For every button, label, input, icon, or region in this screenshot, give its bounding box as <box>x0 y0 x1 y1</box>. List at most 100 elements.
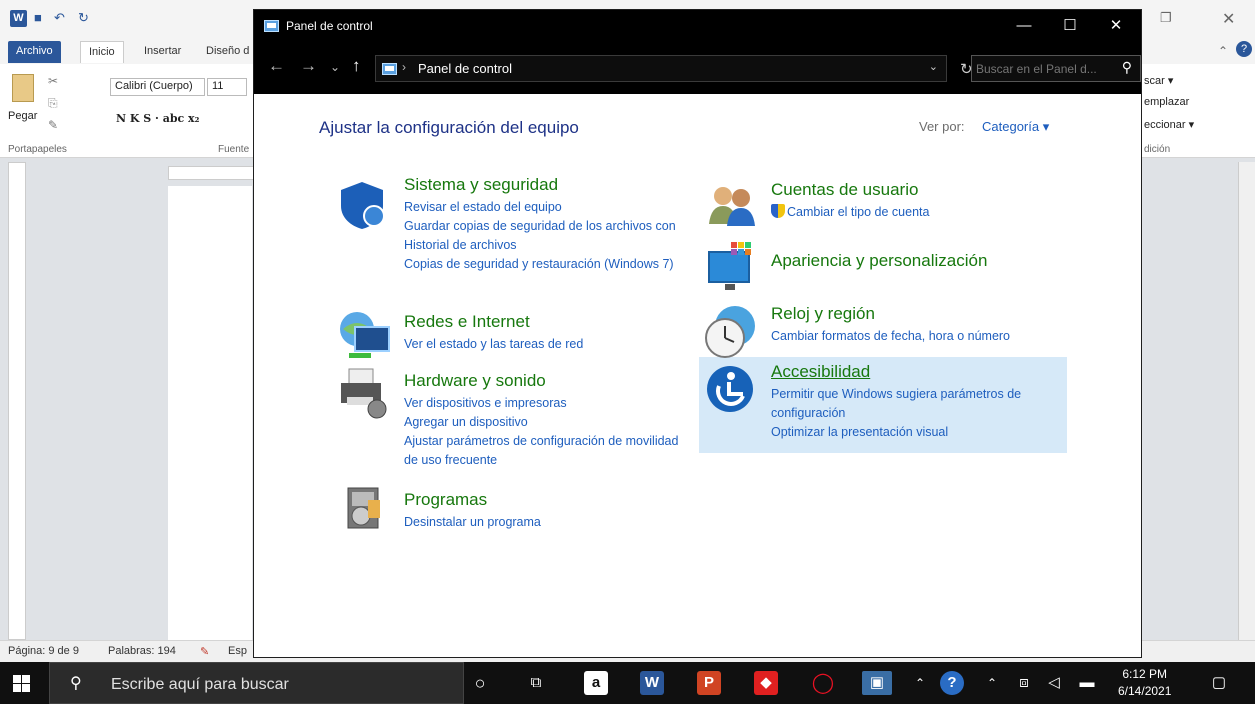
maximize-button[interactable]: ☐ <box>1047 10 1093 42</box>
close-button[interactable]: ✕ <box>1093 10 1139 42</box>
tab-inicio[interactable]: Inicio <box>80 41 124 63</box>
select-button[interactable]: eccionar ▾ <box>1144 118 1194 131</box>
category-sistema-seguridad: Sistema y seguridad Revisar el estado de… <box>404 175 694 274</box>
font-format-buttons[interactable]: N K S · abc x₂ <box>116 112 199 125</box>
category-title[interactable]: Reloj y región <box>771 304 1071 324</box>
paste-icon[interactable] <box>12 74 34 102</box>
up-icon[interactable]: ↑ <box>352 56 361 76</box>
amazon-icon[interactable]: a <box>584 671 608 695</box>
search-icon[interactable]: ⚲ <box>1122 59 1132 76</box>
replace-button[interactable]: emplazar <box>1144 96 1189 108</box>
find-button[interactable]: scar ▾ <box>1144 74 1173 87</box>
word-close-icon[interactable]: ✕ <box>1222 9 1235 29</box>
format-painter-icon[interactable]: ✎ <box>48 118 58 132</box>
category-link[interactable]: Cambiar el tipo de cuenta <box>771 203 1071 222</box>
vertical-scrollbar[interactable] <box>1238 162 1255 640</box>
tab-archivo[interactable]: Archivo <box>8 41 61 63</box>
help-icon[interactable]: ? <box>1236 41 1252 57</box>
search-input[interactable] <box>976 59 1111 78</box>
font-name-combo[interactable]: Calibri (Cuerpo) <box>110 78 205 96</box>
search-box[interactable]: ⚲ <box>971 55 1141 82</box>
volume-icon[interactable]: ◁ <box>1042 671 1066 695</box>
category-link[interactable]: Ver dispositivos e impresoras <box>404 394 694 413</box>
users-icon <box>709 187 755 226</box>
tab-diseno[interactable]: Diseño d <box>198 41 257 63</box>
font-size-combo[interactable]: 11 <box>207 78 247 96</box>
category-cuentas-usuario: Cuentas de usuario Cambiar el tipo de cu… <box>771 180 1071 222</box>
cortana-icon[interactable]: ○ <box>468 671 492 695</box>
show-hidden-icons[interactable]: ⌃ <box>908 671 932 695</box>
category-link[interactable]: Revisar el estado del equipo <box>404 198 694 217</box>
category-title[interactable]: Accesibilidad <box>771 362 1063 382</box>
ribbon-collapse-icon[interactable]: ⌃ <box>1218 44 1228 58</box>
address-bar[interactable]: › Panel de control ⌄ <box>375 55 947 82</box>
shield-icon <box>341 182 385 229</box>
category-link[interactable]: Copias de seguridad y restauración (Wind… <box>404 255 694 274</box>
clock-time: 6:12 PM <box>1122 667 1168 681</box>
category-accesibilidad: Accesibilidad Permitir que Windows sugie… <box>771 362 1063 442</box>
task-view-icon[interactable]: ⧉ <box>524 671 548 695</box>
windows-start-icon[interactable] <box>13 675 30 692</box>
clock[interactable]: 6:12 PM 6/14/2021 <box>1118 666 1171 700</box>
category-title[interactable]: Redes e Internet <box>404 312 694 332</box>
breadcrumb[interactable]: Panel de control <box>418 61 512 76</box>
taskbar-search-text: Escribe aquí para buscar <box>111 676 289 693</box>
category-link[interactable]: Permitir que Windows sugiera parámetros … <box>771 385 1063 423</box>
category-title[interactable]: Sistema y seguridad <box>404 175 694 195</box>
clock-globe-icon <box>705 306 755 358</box>
cut-icon[interactable]: ✂ <box>48 74 58 88</box>
opera-icon[interactable]: ◯ <box>811 671 835 695</box>
address-dropdown-icon[interactable]: ⌄ <box>929 60 938 73</box>
appearance-icon <box>708 242 751 290</box>
accessibility-icon <box>707 366 753 412</box>
page-count[interactable]: Página: 9 de 9 <box>8 645 79 657</box>
taskbar: ⚲ Escribe aquí para buscar ○ ⧉ a W P ◆ ◯… <box>0 662 1255 704</box>
tab-insertar[interactable]: Insertar <box>136 41 189 63</box>
save-icon[interactable]: ■ <box>34 10 42 25</box>
notifications-icon[interactable]: ▢ <box>1207 671 1231 695</box>
forward-icon[interactable]: → <box>300 56 317 76</box>
meet-now-icon[interactable]: ⧈ <box>1012 671 1036 695</box>
roblox-icon[interactable]: ◆ <box>754 671 778 695</box>
font-group-label: Fuente <box>218 144 250 155</box>
breadcrumb-separator-icon[interactable]: › <box>402 60 406 74</box>
document-page[interactable] <box>168 186 252 640</box>
language-label[interactable]: Esp <box>228 645 247 657</box>
view-by-dropdown[interactable]: Categoría ▾ <box>982 119 1049 135</box>
clipboard-group-label: Portapapeles <box>8 144 67 155</box>
category-link[interactable]: Guardar copias de seguridad de los archi… <box>404 217 694 255</box>
restore-icon[interactable]: ❐ <box>1160 10 1172 26</box>
category-title[interactable]: Cuentas de usuario <box>771 180 1071 200</box>
category-link[interactable]: Cambiar formatos de fecha, hora o número <box>771 327 1071 346</box>
programs-icon <box>347 487 380 529</box>
main-content: Ajustar la configuración del equipo Ver … <box>254 94 1141 657</box>
category-link[interactable]: Agregar un dispositivo <box>404 413 694 432</box>
view-by-label: Ver por: <box>919 119 965 134</box>
redo-icon[interactable]: ↻ <box>78 10 89 26</box>
powerpoint-icon[interactable]: P <box>697 671 721 695</box>
copy-icon[interactable]: ⎘ <box>48 96 58 111</box>
word-icon[interactable]: W <box>640 671 664 695</box>
chevron-up-icon[interactable]: ⌃ <box>980 671 1004 695</box>
taskbar-search[interactable]: ⚲ Escribe aquí para buscar <box>49 662 464 704</box>
battery-icon[interactable]: ▬ <box>1075 671 1099 695</box>
category-title[interactable]: Apariencia y personalización <box>771 251 1071 271</box>
paste-label[interactable]: Pegar <box>8 110 37 122</box>
category-title[interactable]: Programas <box>404 490 694 510</box>
category-title[interactable]: Hardware y sonido <box>404 371 694 391</box>
minimize-button[interactable]: — <box>1001 10 1047 42</box>
category-reloj-region: Reloj y región Cambiar formatos de fecha… <box>771 304 1071 346</box>
word-count[interactable]: Palabras: 194 <box>108 645 176 657</box>
category-link[interactable]: Ver el estado y las tareas de red <box>404 335 694 354</box>
category-link[interactable]: Ajustar parámetros de configuración de m… <box>404 432 694 470</box>
network-icon <box>340 312 390 358</box>
category-link[interactable]: Desinstalar un programa <box>404 513 694 532</box>
undo-icon[interactable]: ↶ <box>54 10 65 26</box>
back-icon[interactable]: ← <box>268 56 285 76</box>
category-link[interactable]: Optimizar la presentación visual <box>771 423 1063 442</box>
proofing-icon[interactable]: ✎ <box>200 645 209 658</box>
control-panel-taskbar-icon[interactable]: ▣ <box>862 671 892 695</box>
help-tray-icon[interactable]: ? <box>940 671 964 695</box>
recent-locations-icon[interactable]: ⌄ <box>330 60 340 74</box>
title-bar[interactable]: Panel de control — ☐ ✕ <box>254 10 1141 42</box>
